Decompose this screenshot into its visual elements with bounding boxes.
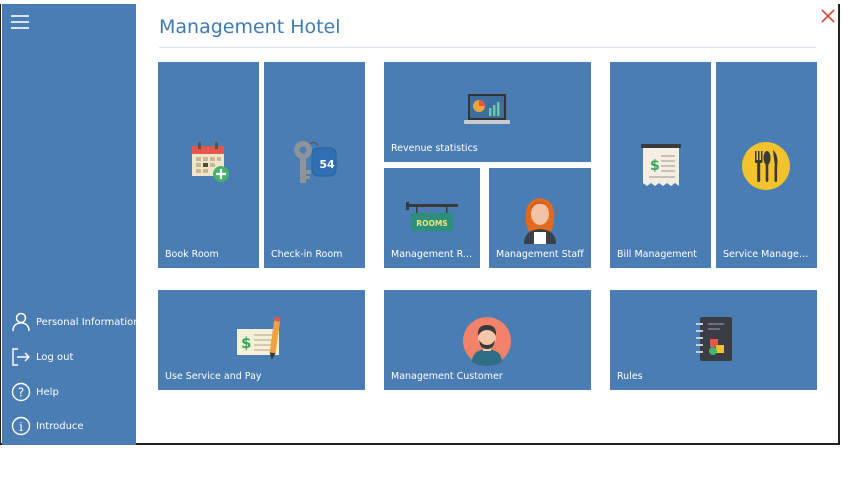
tile-service-management[interactable]: Service Managem...: [716, 62, 817, 268]
tile-label: Service Managem...: [723, 249, 813, 260]
tile-management-customer[interactable]: Management Customer: [384, 290, 591, 390]
tile-label: Book Room: [165, 249, 219, 260]
tile-revenue-statistics[interactable]: Revenue statistics: [384, 62, 591, 162]
bill-icon: $: [641, 144, 681, 186]
close-icon[interactable]: [820, 8, 836, 24]
staff-icon: [524, 198, 556, 244]
sidebar-item-log-out[interactable]: Log out: [11, 345, 73, 369]
tile-label: Bill Management: [617, 249, 698, 260]
sidebar: Personal Information Log out ? Help i In…: [2, 4, 140, 445]
tile-label: Rules: [617, 371, 643, 382]
tile-use-service-and-pay[interactable]: $ Use Service and Pay: [158, 290, 365, 390]
tile-book-room[interactable]: Book Room: [158, 62, 259, 268]
sidebar-item-help[interactable]: ? Help: [11, 380, 59, 404]
tile-label: Management Staff: [496, 249, 584, 260]
tile-management-staff[interactable]: Management Staff: [489, 168, 591, 268]
tile-label: Management Customer: [391, 371, 503, 382]
laptop-chart-icon: [464, 94, 510, 124]
cheque-pencil-icon: $: [237, 316, 281, 360]
sidebar-item-introduce[interactable]: i Introduce: [11, 414, 84, 438]
notebook-icon: [696, 317, 732, 361]
sidebar-item-personal-information[interactable]: Personal Information: [11, 310, 140, 334]
tile-label: Use Service and Pay: [165, 371, 262, 382]
sidebar-item-label: Introduce: [36, 420, 84, 432]
svg-text:$: $: [650, 158, 660, 174]
user-icon: [12, 312, 30, 332]
tile-bill-management[interactable]: $ Bill Management: [610, 62, 711, 268]
tile-label: Revenue statistics: [391, 143, 478, 154]
sidebar-item-label: Help: [36, 386, 59, 398]
rooms-sign-text: ROOMS: [416, 219, 448, 228]
key-number: 54: [319, 158, 335, 171]
tile-management-rooms[interactable]: ROOMS Management Ro...: [384, 168, 480, 268]
info-icon: i: [11, 416, 31, 436]
svg-text:$: $: [241, 334, 251, 352]
cutlery-icon: [742, 142, 790, 190]
svg-text:i: i: [19, 420, 23, 434]
hamburger-icon[interactable]: [11, 15, 29, 29]
sidebar-item-label: Log out: [36, 351, 74, 363]
logout-icon: [12, 348, 30, 366]
tile-rules[interactable]: Rules: [610, 290, 817, 390]
tile-label: Check-in Room: [271, 249, 343, 260]
tile-label: Management Ro...: [391, 249, 476, 260]
page-title: Management Hotel: [159, 16, 341, 38]
sidebar-item-label: Personal Information: [36, 316, 140, 328]
customer-icon: [463, 317, 511, 366]
title-divider: [159, 47, 816, 48]
rooms-sign-icon: [406, 202, 458, 231]
help-icon: ?: [11, 382, 31, 402]
svg-text:?: ?: [18, 386, 24, 400]
calendar-add-icon: [192, 142, 229, 182]
tile-check-in-room[interactable]: 54 Check-in Room: [264, 62, 365, 268]
